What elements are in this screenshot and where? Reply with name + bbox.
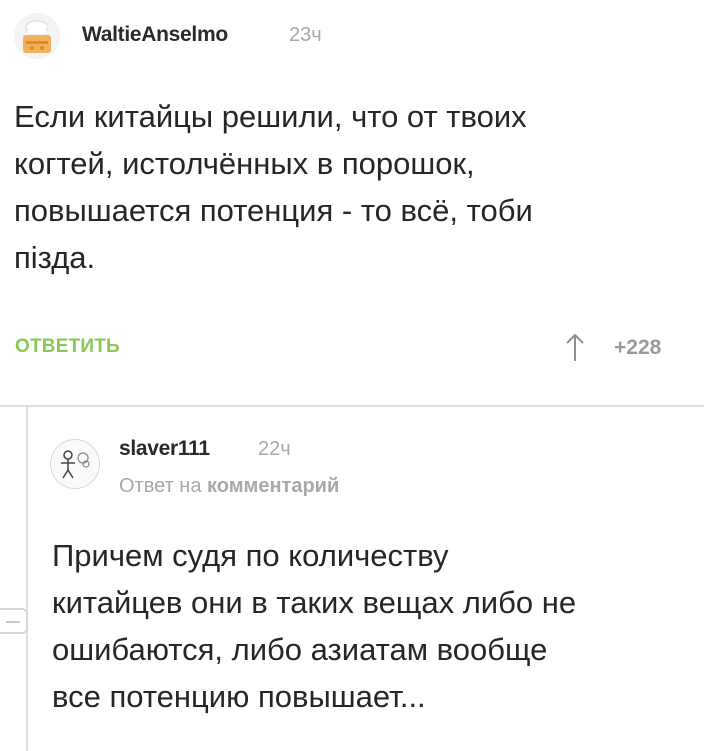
- thread-line: [26, 406, 28, 751]
- reply-to-prefix: Ответ на: [119, 475, 202, 497]
- comment-line: когтей, истолчённых в порошок,: [14, 146, 475, 181]
- comment-line: пiзда.: [14, 240, 96, 275]
- reply-to-link[interactable]: комментарий: [207, 475, 339, 497]
- comment-line: китайцев они в таких вещах либо не: [52, 585, 577, 620]
- figure-avatar-icon: [61, 450, 90, 479]
- comment-body: Если китайцы решили, что от твоих когтей…: [14, 93, 533, 281]
- comment-line: повышается потенция - то всё, тоби: [14, 193, 533, 228]
- collapse-thread-button[interactable]: [0, 608, 28, 634]
- comment-time: 22ч: [258, 438, 291, 460]
- arrow-up-icon[interactable]: [562, 331, 588, 363]
- avatar[interactable]: [14, 13, 60, 59]
- chef-hat-avatar-icon: [14, 13, 60, 59]
- avatar[interactable]: [50, 439, 100, 489]
- thread-line: [0, 405, 704, 407]
- reply-to-line: Ответ на комментарий: [119, 475, 339, 498]
- comment-line: Если китайцы решили, что от твоих: [14, 99, 527, 134]
- comment: WaltieAnselmo 23ч Если китайцы решили, ч…: [0, 0, 704, 380]
- comment-line: Причем судя по количеству: [52, 538, 449, 573]
- comment-body: Причем судя по количеству китайцев они в…: [52, 532, 576, 720]
- comment-rating: +228: [614, 336, 662, 359]
- comment-time: 23ч: [289, 24, 322, 46]
- comment-line: ошибаются, либо азиатам вообще: [52, 632, 548, 667]
- reply-comment: slaver111 22ч Ответ на комментарий Приче…: [40, 420, 704, 751]
- comment-author[interactable]: slaver111: [119, 437, 210, 461]
- comment-author[interactable]: WaltieAnselmo: [82, 23, 228, 47]
- reply-button[interactable]: ОТВЕТИТЬ: [15, 336, 120, 358]
- comment-line: все потенцию повышает...: [52, 679, 426, 714]
